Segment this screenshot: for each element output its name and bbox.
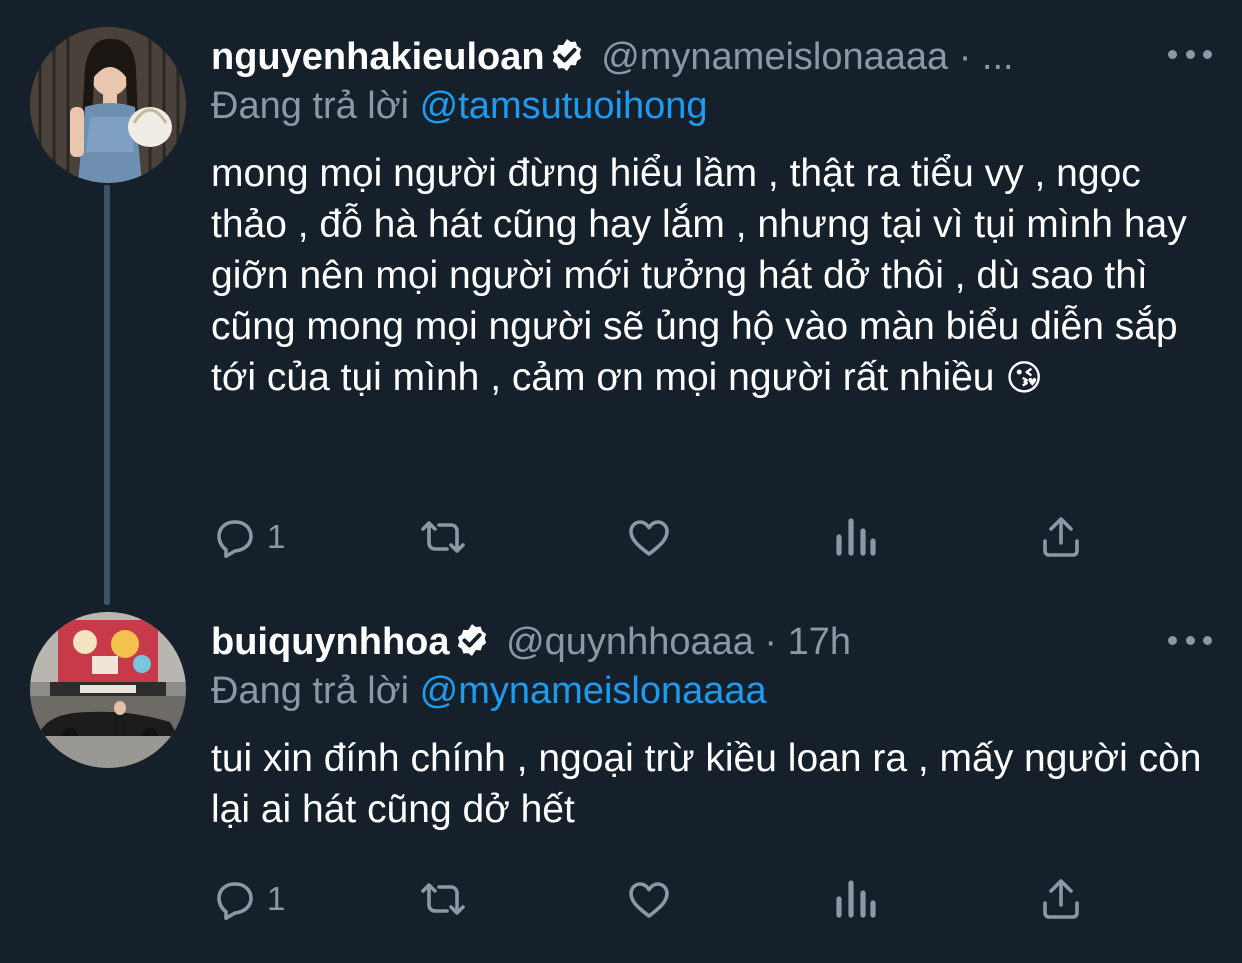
retweet-icon: [421, 521, 465, 553]
display-name[interactable]: nguyenhakieuloan: [211, 36, 545, 78]
reply-icon: [217, 882, 253, 920]
tweet-2[interactable]: buiquynhhoa @quynhhoaaa · 17h Đang trả l…: [0, 600, 1242, 963]
analytics-icon: [836, 518, 876, 556]
like-icon: [629, 882, 669, 918]
action-bar: 1: [211, 874, 1091, 924]
reply-button[interactable]: 1: [211, 874, 285, 924]
mention-link[interactable]: @mynameislonaaaa: [420, 670, 767, 712]
share-button[interactable]: [1039, 512, 1083, 562]
replying-to: Đang trả lời @mynameislonaaaa: [211, 669, 767, 713]
avatar-photo: [30, 27, 186, 183]
analytics-button[interactable]: [833, 874, 877, 924]
verified-badge-icon: [547, 35, 587, 85]
avatar[interactable]: [30, 27, 186, 183]
like-button[interactable]: [625, 874, 673, 924]
tweet-text: mong mọi người đừng hiểu lầm , thật ra t…: [211, 148, 1221, 403]
handle-and-time[interactable]: @quynhhoaaa · 17h: [506, 621, 851, 663]
replying-to: Đang trả lời @tamsutuoihong: [211, 84, 708, 128]
analytics-button[interactable]: [833, 512, 877, 562]
tweet-1[interactable]: nguyenhakieuloan @mynameislonaaaa · ... …: [0, 0, 1242, 605]
tweet-text-content: tui xin đính chính , ngoại trừ kiều loan…: [211, 737, 1202, 831]
analytics-icon: [836, 880, 876, 918]
retweet-button[interactable]: [416, 874, 470, 924]
more-icon[interactable]: [1168, 44, 1212, 64]
thread-line: [104, 185, 110, 605]
replying-prefix: Đang trả lời: [211, 670, 410, 712]
reply-button[interactable]: 1: [211, 512, 285, 562]
share-button[interactable]: [1039, 874, 1083, 924]
display-name[interactable]: buiquynhhoa: [211, 621, 450, 663]
avatar[interactable]: [30, 612, 186, 768]
share-icon: [1043, 517, 1079, 557]
replying-prefix: Đang trả lời: [211, 85, 410, 127]
verified-badge-icon: [452, 620, 492, 670]
like-button[interactable]: [625, 512, 673, 562]
retweet-icon: [421, 883, 465, 915]
tweet-header: nguyenhakieuloan @mynameislonaaaa · ...: [211, 35, 1014, 85]
handle-and-time[interactable]: @mynameislonaaaa · ...: [601, 36, 1013, 78]
reply-count: 1: [267, 518, 286, 555]
reply-count: 1: [267, 880, 286, 917]
like-icon: [629, 520, 669, 556]
more-icon[interactable]: [1168, 630, 1212, 650]
kissing-emoji: 😘: [1005, 357, 1043, 398]
tweet-header: buiquynhhoa @quynhhoaaa · 17h: [211, 620, 851, 670]
share-icon: [1043, 879, 1079, 919]
avatar-photo: [30, 612, 186, 768]
reply-icon: [217, 520, 253, 558]
tweet-text: tui xin đính chính , ngoại trừ kiều loan…: [211, 733, 1221, 835]
mention-link[interactable]: @tamsutuoihong: [420, 85, 708, 127]
retweet-button[interactable]: [416, 512, 470, 562]
action-bar: 1: [211, 512, 1091, 562]
